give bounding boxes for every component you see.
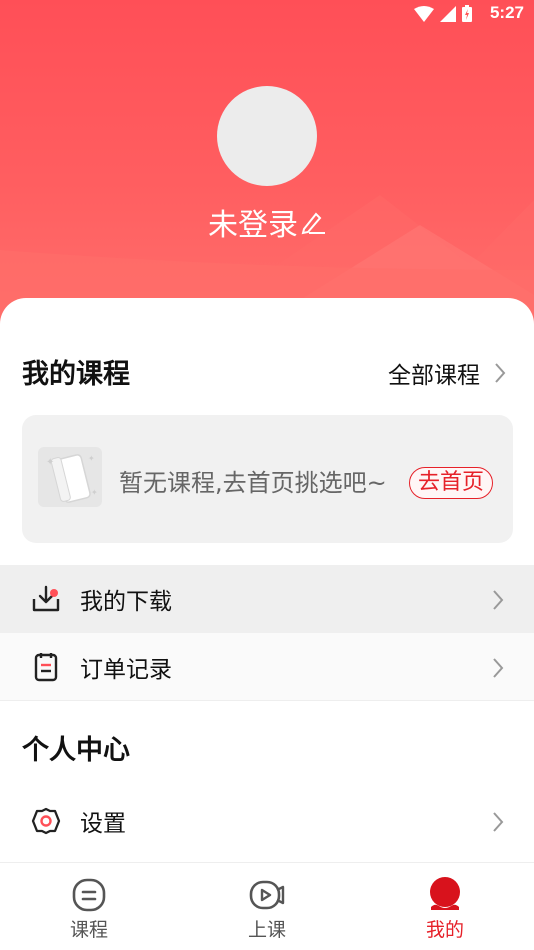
tab-profile[interactable]: 我的	[356, 863, 534, 950]
settings-gear-icon	[31, 807, 61, 835]
svg-text:✦: ✦	[91, 488, 98, 497]
order-record-icon	[34, 653, 58, 682]
chevron-right-icon	[495, 363, 506, 383]
status-time: 5:27	[489, 3, 524, 22]
avatar[interactable]	[217, 86, 317, 186]
status-bar: 5:27	[0, 0, 534, 28]
go-home-button[interactable]: 去首页	[409, 467, 493, 499]
menu-label-settings: 设置	[80, 811, 126, 837]
tab-label-live-class: 上课	[247, 919, 286, 941]
tab-label-course: 课程	[69, 919, 108, 941]
live-class-icon	[249, 880, 285, 910]
tab-course[interactable]: 课程	[0, 863, 178, 950]
all-courses-label: 全部课程	[388, 363, 480, 389]
signal-icon	[440, 5, 456, 22]
download-icon	[32, 585, 60, 612]
my-courses-title: 我的课程	[22, 359, 130, 390]
username-row[interactable]: 未登录	[0, 200, 534, 244]
svg-text:✦: ✦	[46, 457, 54, 468]
username-label: 未登录	[208, 208, 298, 243]
tab-live-class[interactable]: 上课	[178, 863, 356, 950]
empty-phone-illustration: ✦ ✦ ✦	[38, 447, 102, 507]
empty-courses-message: 暂无课程,去首页挑选吧~	[119, 469, 387, 497]
empty-courses-box: ✦ ✦ ✦ 暂无课程,去首页挑选吧~ 去首页	[22, 415, 513, 543]
chevron-right-icon	[493, 658, 504, 678]
status-icons	[414, 5, 472, 22]
personal-center-title: 个人中心	[22, 735, 130, 766]
chevron-right-icon	[493, 812, 504, 832]
tab-label-profile: 我的	[425, 919, 464, 941]
profile-header: 5:27 未登录	[0, 0, 534, 330]
profile-icon	[430, 877, 460, 910]
course-icon	[72, 878, 106, 912]
all-courses-link[interactable]: 全部课程	[388, 356, 506, 390]
menu-label-orders: 订单记录	[80, 656, 172, 683]
menu-label-download: 我的下载	[80, 589, 172, 615]
bottom-tab-bar: 课程 上课 我的	[0, 862, 534, 950]
svg-text:✦: ✦	[88, 454, 95, 463]
menu-item-download[interactable]: 我的下载	[0, 565, 534, 633]
menu-item-settings[interactable]: 设置	[0, 787, 534, 855]
menu-item-orders[interactable]: 订单记录	[0, 633, 534, 701]
chevron-right-icon	[493, 590, 504, 610]
edit-pencil-icon[interactable]	[300, 209, 326, 235]
battery-icon	[462, 5, 472, 22]
wifi-icon	[414, 5, 434, 22]
